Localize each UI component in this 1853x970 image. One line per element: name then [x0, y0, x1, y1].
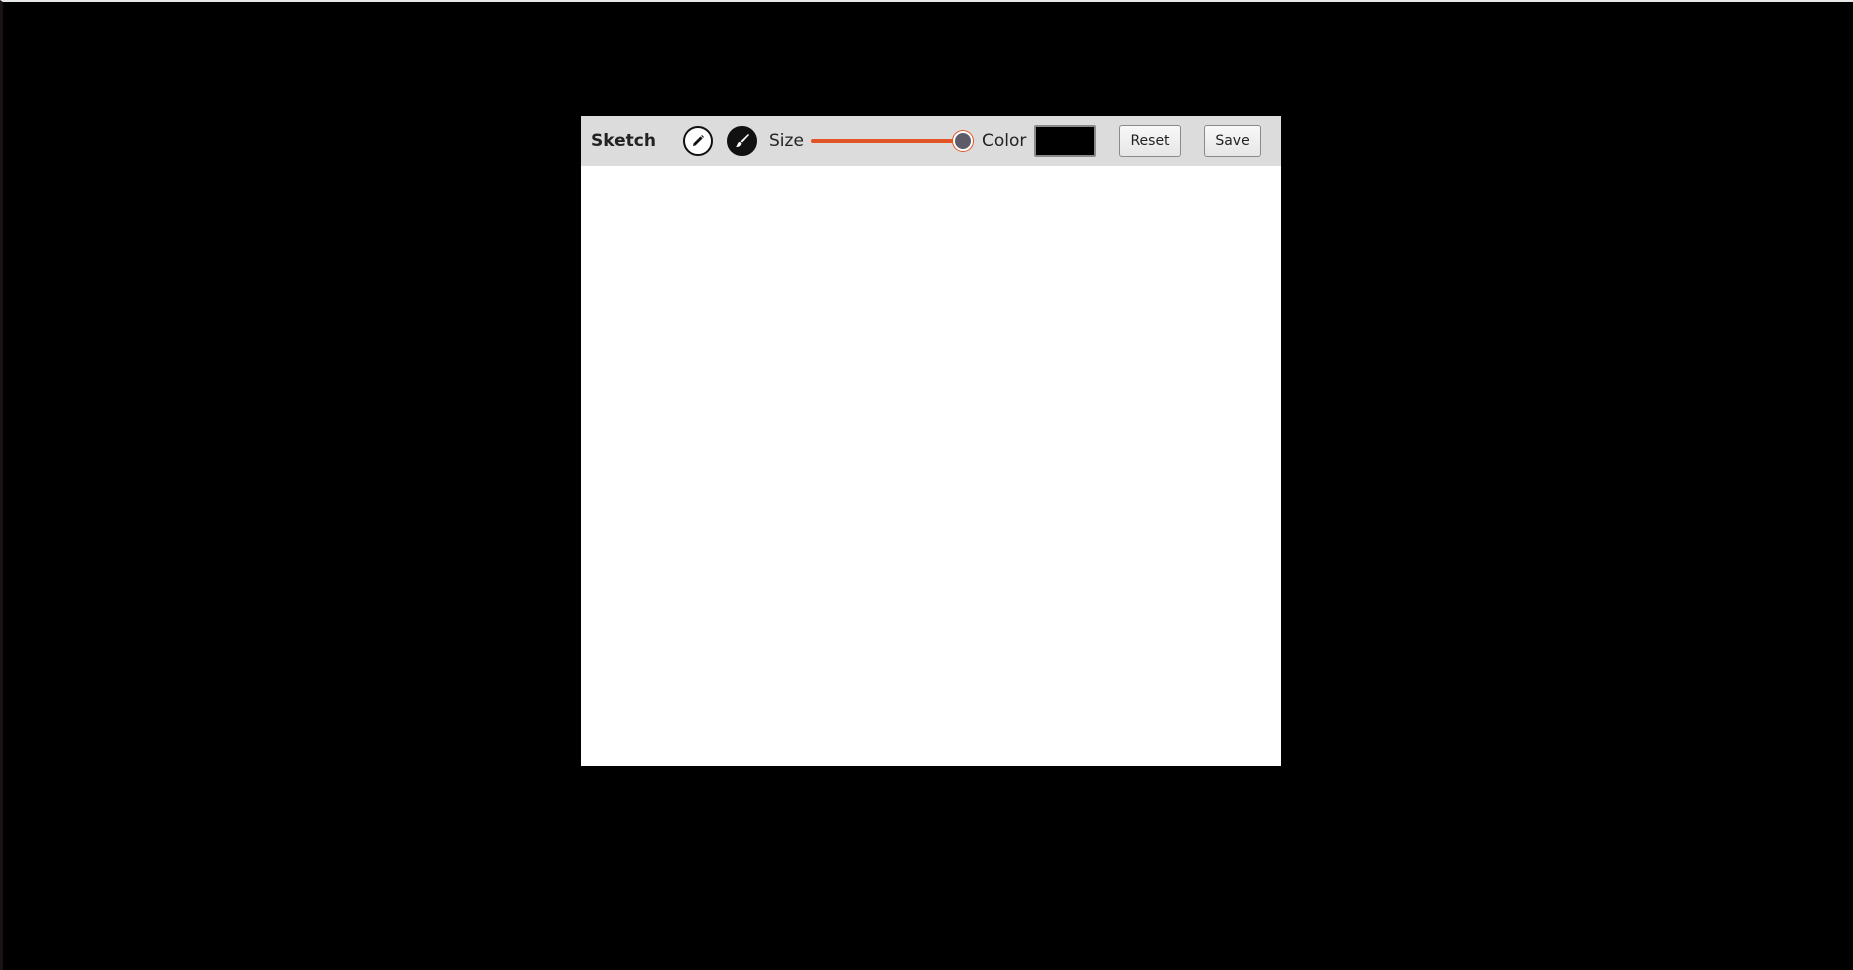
- size-slider-track: [811, 139, 971, 143]
- size-slider-thumb[interactable]: [953, 131, 973, 151]
- brush-icon: [736, 134, 749, 148]
- drawing-canvas[interactable]: [581, 166, 1281, 766]
- size-slider[interactable]: [811, 131, 973, 151]
- save-button[interactable]: Save: [1204, 125, 1261, 157]
- pencil-tool-button[interactable]: [683, 126, 713, 156]
- pencil-icon: [693, 135, 704, 146]
- sketch-app: Sketch Size Color Reset Save: [581, 116, 1281, 766]
- toolbar: Sketch Size Color Reset Save: [581, 116, 1281, 166]
- brush-tool-button[interactable]: [727, 126, 757, 156]
- app-title: Sketch: [591, 131, 656, 151]
- reset-button[interactable]: Reset: [1119, 125, 1181, 157]
- color-label: Color: [982, 131, 1027, 151]
- size-label: Size: [769, 131, 804, 151]
- color-picker[interactable]: [1034, 125, 1096, 157]
- desktop-background: Sketch Size Color Reset Save: [0, 0, 1853, 970]
